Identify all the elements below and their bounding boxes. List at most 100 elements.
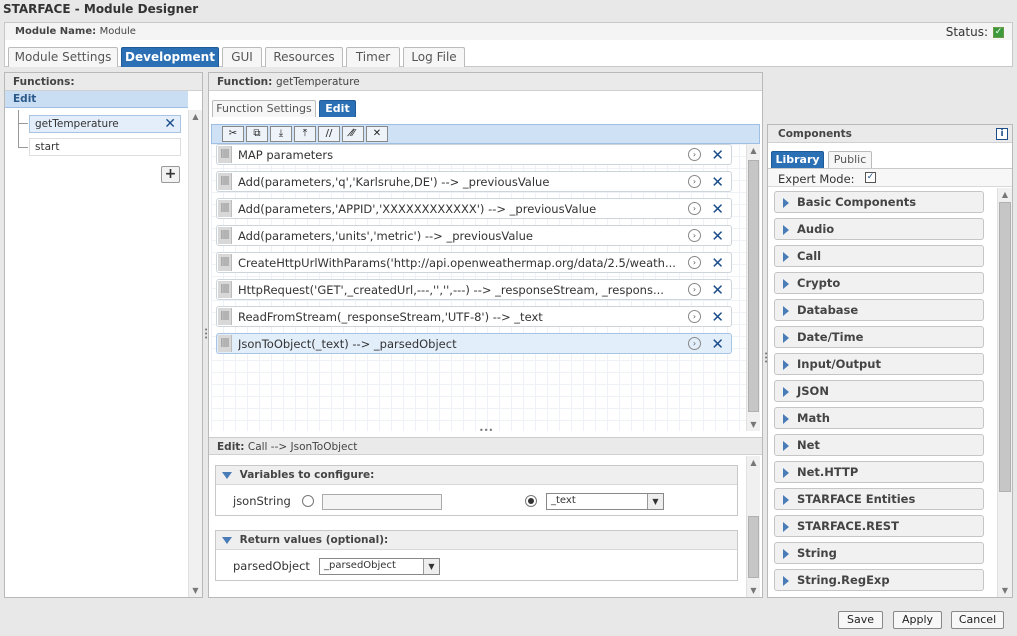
component-database[interactable]: Database xyxy=(774,299,984,321)
component-math[interactable]: Math xyxy=(774,407,984,429)
tab-edit[interactable]: Edit xyxy=(319,100,356,117)
component-net[interactable]: Net xyxy=(774,434,984,456)
code-row[interactable]: |||| JsonToObject(_text) --> _parsedObje… xyxy=(216,333,732,354)
variable-text-field[interactable] xyxy=(322,494,442,510)
scroll-up-icon[interactable]: ▲ xyxy=(747,458,760,467)
chevron-right-icon[interactable]: › xyxy=(688,310,701,323)
uncomment-icon[interactable]: ⁄⁄̸ xyxy=(342,126,364,142)
expert-mode-checkbox[interactable]: ✓ xyxy=(865,172,876,183)
tab-library[interactable]: Library xyxy=(771,151,824,168)
drag-handle-icon[interactable]: |||| xyxy=(218,173,232,190)
drag-handle-icon[interactable]: |||| xyxy=(218,281,232,298)
tab-log-file[interactable]: Log File xyxy=(403,47,465,67)
paste-below-icon[interactable]: ⤓ xyxy=(270,126,292,142)
component-basic-components[interactable]: Basic Components xyxy=(774,191,984,213)
chevron-right-icon[interactable]: › xyxy=(688,256,701,269)
function-item-start[interactable]: start xyxy=(29,138,181,156)
collapse-triangle-icon[interactable] xyxy=(222,536,232,544)
function-item-gettemperature[interactable]: getTemperature ✕ xyxy=(29,115,181,133)
drag-handle-icon[interactable]: |||| xyxy=(218,308,232,325)
code-row[interactable]: |||| ReadFromStream(_responseStream,'UTF… xyxy=(216,306,732,327)
edit-scrollbar[interactable]: ▲ ▼ xyxy=(746,456,760,597)
tab-module-settings[interactable]: Module Settings xyxy=(8,47,118,67)
code-row[interactable]: |||| HttpRequest('GET',_createdUrl,---,'… xyxy=(216,279,732,300)
chevron-right-icon[interactable]: › xyxy=(688,148,701,161)
chevron-right-icon[interactable]: › xyxy=(688,337,701,350)
tab-gui[interactable]: GUI xyxy=(222,47,262,67)
scroll-down-icon[interactable]: ▼ xyxy=(189,586,202,595)
close-icon[interactable]: ✕ xyxy=(711,281,724,299)
code-row[interactable]: |||| CreateHttpUrlWithParams('http://api… xyxy=(216,252,732,273)
radio-variable-select[interactable] xyxy=(525,495,537,507)
chevron-right-icon[interactable]: › xyxy=(688,175,701,188)
chevron-down-icon[interactable]: ▼ xyxy=(423,559,439,574)
variable-select[interactable]: _text ▼ xyxy=(546,493,664,510)
drag-handle-icon[interactable]: |||| xyxy=(218,254,232,271)
components-scrollbar[interactable]: ▲ ▼ xyxy=(997,188,1012,597)
tab-timer[interactable]: Timer xyxy=(346,47,400,67)
component-call[interactable]: Call xyxy=(774,245,984,267)
close-icon[interactable]: ✕ xyxy=(711,227,724,245)
copy-icon[interactable]: ⧉ xyxy=(246,126,268,142)
drag-handle-icon[interactable]: |||| xyxy=(218,146,232,163)
scroll-up-icon[interactable]: ▲ xyxy=(747,146,760,155)
comment-icon[interactable]: // xyxy=(318,126,340,142)
scroll-thumb[interactable] xyxy=(999,202,1011,492)
scroll-down-icon[interactable]: ▼ xyxy=(747,586,760,595)
save-button[interactable]: Save xyxy=(838,611,883,629)
splitter-handle-icon[interactable]: ••• xyxy=(204,327,208,342)
collapse-triangle-icon[interactable] xyxy=(222,471,232,479)
radio-text-input[interactable] xyxy=(302,495,314,507)
component-date-time[interactable]: Date/Time xyxy=(774,326,984,348)
close-icon[interactable]: ✕ xyxy=(711,146,724,164)
chevron-right-icon[interactable]: › xyxy=(688,229,701,242)
drag-handle-icon[interactable]: |||| xyxy=(218,335,232,352)
code-row[interactable]: |||| Add(parameters,'q','Karlsruhe,DE') … xyxy=(216,171,732,192)
close-icon[interactable]: ✕ xyxy=(711,308,724,326)
add-function-button[interactable]: + xyxy=(161,166,180,183)
cut-icon[interactable]: ✂ xyxy=(222,126,244,142)
delete-icon[interactable]: ✕ xyxy=(366,126,388,142)
tab-function-settings[interactable]: Function Settings xyxy=(212,100,316,117)
splitter-handle-icon[interactable]: ••• xyxy=(764,351,768,366)
cancel-button[interactable]: Cancel xyxy=(951,611,1004,629)
code-row[interactable]: |||| Add(parameters,'units','metric') --… xyxy=(216,225,732,246)
close-icon[interactable]: ✕ xyxy=(711,173,724,191)
close-icon[interactable]: ✕ xyxy=(711,200,724,218)
chevron-right-icon[interactable]: › xyxy=(688,283,701,296)
code-scrollbar[interactable]: ▲ ▼ xyxy=(746,144,760,431)
scroll-thumb[interactable] xyxy=(748,516,759,578)
component-starface-rest[interactable]: STARFACE.REST xyxy=(774,515,984,537)
component-audio[interactable]: Audio xyxy=(774,218,984,240)
splitter-handle-icon[interactable]: ••• xyxy=(479,427,493,435)
drag-handle-icon[interactable]: |||| xyxy=(218,200,232,217)
info-icon[interactable]: i xyxy=(996,128,1008,140)
chevron-down-icon[interactable]: ▼ xyxy=(647,494,663,509)
scroll-down-icon[interactable]: ▼ xyxy=(747,420,760,429)
chevron-right-icon[interactable]: › xyxy=(688,202,701,215)
code-row[interactable]: |||| MAP parameters › ✕ xyxy=(216,144,732,165)
component-starface-entities[interactable]: STARFACE Entities xyxy=(774,488,984,510)
status-checkbox[interactable]: ✓ xyxy=(993,27,1004,38)
scroll-thumb[interactable] xyxy=(748,160,759,412)
close-icon[interactable]: ✕ xyxy=(711,254,724,272)
return-section-head[interactable]: Return values (optional): xyxy=(216,531,737,550)
close-icon[interactable]: ✕ xyxy=(164,117,176,131)
tab-resources[interactable]: Resources xyxy=(265,47,343,67)
scroll-up-icon[interactable]: ▲ xyxy=(189,112,202,121)
drag-handle-icon[interactable]: |||| xyxy=(218,227,232,244)
scroll-down-icon[interactable]: ▼ xyxy=(998,586,1012,595)
component-input-output[interactable]: Input/Output xyxy=(774,353,984,375)
functions-scrollbar[interactable]: ▲ ▼ xyxy=(188,110,202,597)
component-net-http[interactable]: Net.HTTP xyxy=(774,461,984,483)
paste-above-icon[interactable]: ⤒ xyxy=(294,126,316,142)
code-row[interactable]: |||| Add(parameters,'APPID','XXXXXXXXXXX… xyxy=(216,198,732,219)
return-select[interactable]: _parsedObject ▼ xyxy=(319,558,440,575)
component-json[interactable]: JSON xyxy=(774,380,984,402)
tab-public[interactable]: Public xyxy=(828,151,872,168)
variables-section-head[interactable]: Variables to configure: xyxy=(216,466,737,485)
apply-button[interactable]: Apply xyxy=(893,611,942,629)
close-icon[interactable]: ✕ xyxy=(711,335,724,353)
functions-edit-row[interactable]: Edit xyxy=(5,91,188,108)
component-string-regexp[interactable]: String.RegExp xyxy=(774,569,984,591)
